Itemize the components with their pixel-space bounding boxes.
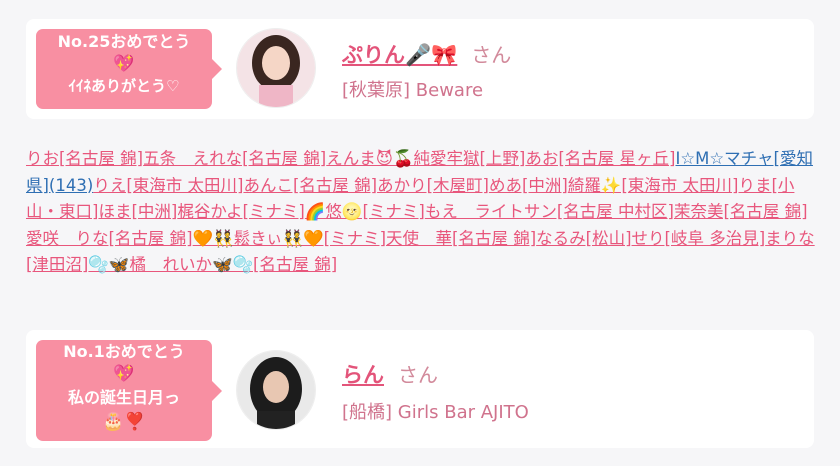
- badge-message: 私の誕生日月っ: [67, 388, 180, 407]
- shop-label: [船橋] Girls Bar AJITO: [342, 402, 529, 423]
- liker-link[interactable]: 🫧🦋橘 れいか🦋🫧[名古屋 錦]: [88, 255, 337, 274]
- liker-link[interactable]: もえ ライトサン[名古屋 中村区]: [425, 202, 674, 221]
- cast-name-link[interactable]: らん: [342, 363, 384, 387]
- liker-link[interactable]: 愛咲 りな[名古屋 錦]: [26, 229, 193, 248]
- badge-message: ｲｲﾈありがとう♡: [68, 77, 180, 95]
- liker-link[interactable]: 綺羅✨[東海市 太田川]: [568, 176, 739, 195]
- liker-link[interactable]: 五条 えれな[名古屋 錦]: [143, 149, 326, 168]
- rank-card-25: No.25おめでとう 💖 ｲｲﾈありがとう♡ ぷりん🎤🎀 さん [秋葉原] Bew…: [26, 19, 814, 119]
- cast-name-row: らん さん: [342, 359, 438, 389]
- like-user-list: りお[名古屋 錦]五条 えれな[名古屋 錦]えんま😈🍒純愛牢獄[上野]あお[名古…: [26, 146, 816, 279]
- liker-link[interactable]: 梶谷かよ[ミナミ]: [177, 202, 305, 221]
- rank-badge: No.25おめでとう 💖 ｲｲﾈありがとう♡: [36, 29, 222, 109]
- cast-name-link[interactable]: ぷりん🎤🎀: [342, 43, 457, 67]
- liker-link[interactable]: 純愛牢獄[上野]: [414, 149, 526, 168]
- liker-link[interactable]: えんま😈🍒: [326, 149, 413, 168]
- sparkling-heart-icon: 💖: [113, 54, 135, 74]
- liker-link[interactable]: りお[名古屋 錦]: [26, 149, 143, 168]
- liker-link[interactable]: りえ[東海市 太田川]: [93, 176, 243, 195]
- liker-link[interactable]: あお[名古屋 星ヶ丘]: [525, 149, 675, 168]
- liker-link[interactable]: ほま[中洲]: [98, 202, 177, 221]
- liker-link[interactable]: せり[岐阜 多治見]: [632, 229, 766, 248]
- cast-name-row: ぷりん🎤🎀 さん: [342, 39, 511, 69]
- birthday-cake-icon: 🎂❣️: [102, 412, 146, 432]
- avatar[interactable]: [236, 350, 316, 430]
- badge-title: No.25おめでとう: [57, 32, 191, 51]
- badge-title: No.1おめでとう: [63, 342, 185, 361]
- honorific: さん: [398, 363, 438, 387]
- sparkling-heart-icon: 💖: [113, 364, 135, 384]
- rank-card-1: No.1おめでとう 💖 私の誕生日月っ 🎂❣️ らん さん [船橋] Girls …: [26, 330, 814, 448]
- liker-link[interactable]: なるみ[松山]: [536, 229, 631, 248]
- liker-link[interactable]: あかり[木屋町]: [377, 176, 489, 195]
- rank-badge: No.1おめでとう 💖 私の誕生日月っ 🎂❣️: [36, 340, 222, 441]
- shop-label: [秋葉原] Beware: [342, 80, 484, 101]
- liker-link[interactable]: あんこ[名古屋 錦]: [243, 176, 377, 195]
- liker-link[interactable]: 🧡👯鬆きぃ👯🧡[ミナミ]: [193, 229, 386, 248]
- liker-link[interactable]: 天使 華[名古屋 錦]: [386, 229, 536, 248]
- liker-link[interactable]: めあ[中洲]: [489, 176, 568, 195]
- liker-link[interactable]: 茉奈美[名古屋 錦]: [674, 202, 808, 221]
- avatar[interactable]: [236, 28, 316, 108]
- liker-link[interactable]: 🌈悠🌝[ミナミ]: [305, 202, 425, 221]
- honorific: さん: [471, 43, 512, 67]
